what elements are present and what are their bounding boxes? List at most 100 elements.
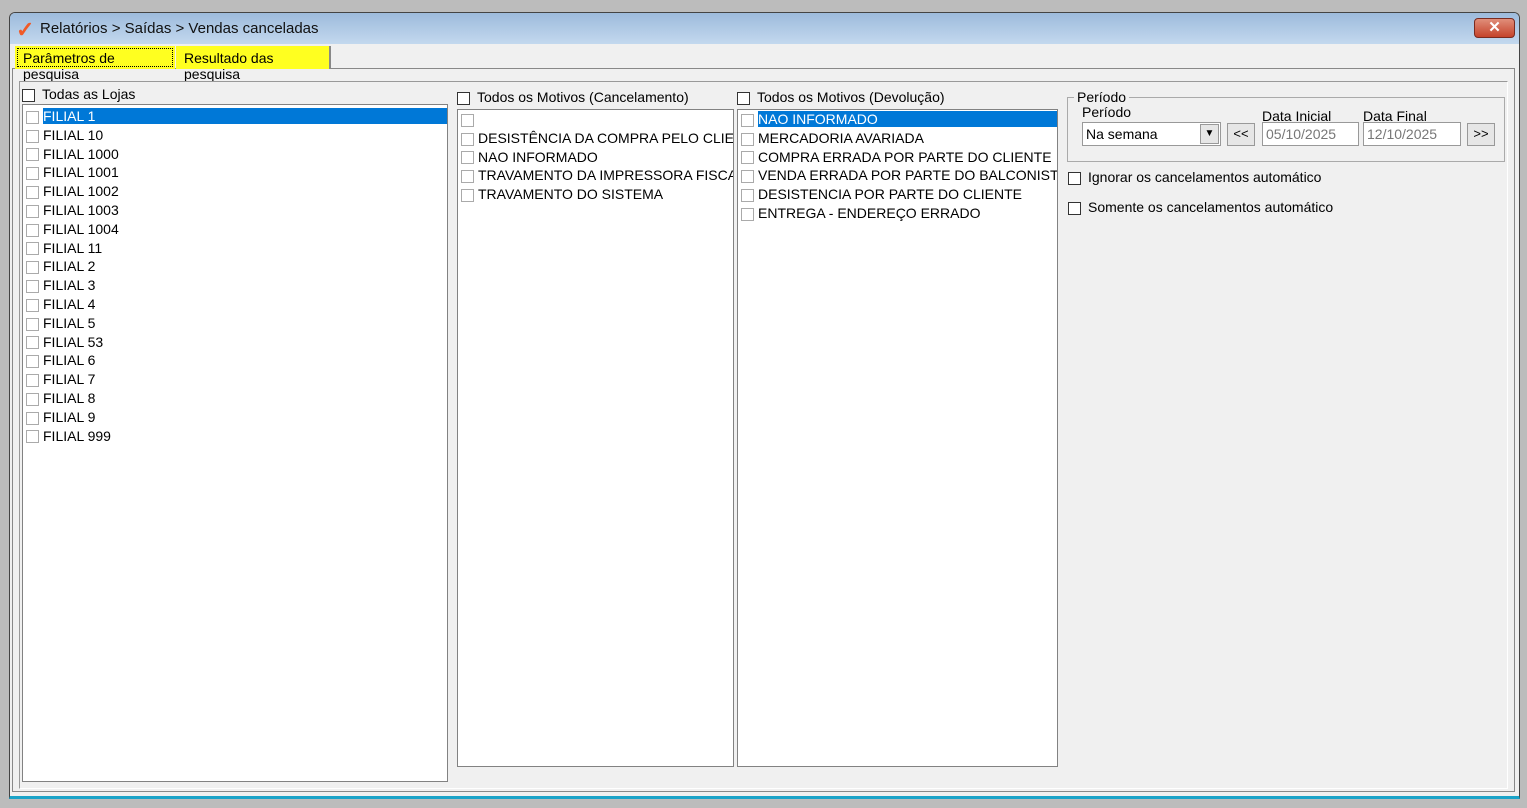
item-checkbox[interactable] (26, 204, 39, 218)
list-item[interactable]: FILIAL 4 (23, 295, 447, 314)
checkbox[interactable] (1068, 201, 1081, 215)
item-label: COMPRA ERRADA POR PARTE DO CLIENTE (758, 148, 1052, 165)
list-item[interactable]: FILIAL 9 (23, 408, 447, 427)
ignorar-automatico-checkbox[interactable]: Ignorar os cancelamentos automático (1068, 169, 1321, 185)
item-label: NAO INFORMADO (758, 111, 1057, 127)
item-label: FILIAL 7 (43, 371, 96, 388)
chevron-down-icon[interactable]: ▼ (1200, 124, 1219, 144)
todos-motivos-cancelamento-checkbox[interactable]: Todos os Motivos (Cancelamento) (457, 89, 689, 105)
item-label: FILIAL 53 (43, 333, 104, 350)
item-checkbox[interactable] (26, 110, 39, 124)
periodo-value: Na semana (1086, 126, 1158, 142)
list-item[interactable]: ENTREGA - ENDEREÇO ERRADO (738, 204, 1057, 223)
list-item[interactable]: DESISTÊNCIA DA COMPRA PELO CLIENTE (458, 129, 733, 148)
somente-automatico-checkbox[interactable]: Somente os cancelamentos automático (1068, 199, 1333, 215)
item-checkbox[interactable] (26, 411, 39, 425)
item-checkbox[interactable] (26, 242, 39, 256)
list-item[interactable]: MERCADORIA AVARIADA (738, 129, 1057, 148)
item-label: FILIAL 999 (43, 427, 111, 444)
item-checkbox[interactable] (741, 188, 754, 202)
item-checkbox[interactable] (741, 113, 754, 127)
data-inicial-input[interactable]: 05/10/2025 (1262, 122, 1359, 146)
item-label: FILIAL 11 (43, 239, 103, 256)
item-label: FILIAL 4 (43, 295, 96, 312)
list-item[interactable]: FILIAL 6 (23, 351, 447, 370)
item-checkbox[interactable] (26, 148, 39, 162)
lojas-list[interactable]: FILIAL 1 FILIAL 10 FILIAL 1000 FILIAL 1001 F… (22, 104, 448, 782)
cancelamento-list[interactable]: DESISTÊNCIA DA COMPRA PELO CLIENTE NAO IN… (457, 109, 734, 767)
item-label: FILIAL 1000 (43, 145, 119, 162)
close-button[interactable]: ✕ (1474, 18, 1515, 38)
item-checkbox[interactable] (741, 132, 754, 146)
item-checkbox[interactable] (26, 185, 39, 199)
item-checkbox[interactable] (26, 223, 39, 237)
list-item[interactable]: VENDA ERRADA POR PARTE DO BALCONISTA (738, 166, 1057, 185)
item-checkbox[interactable] (26, 392, 39, 406)
item-checkbox[interactable] (26, 298, 39, 312)
list-item[interactable]: FILIAL 1001 (23, 163, 447, 182)
list-item[interactable]: FILIAL 7 (23, 370, 447, 389)
item-checkbox[interactable] (741, 151, 754, 165)
item-label: TRAVAMENTO DA IMPRESSORA FISCAL (478, 167, 734, 184)
list-item[interactable]: FILIAL 1003 (23, 201, 447, 220)
periodo-select[interactable]: Na semana ▼ (1082, 122, 1221, 146)
list-item[interactable]: FILIAL 1000 (23, 145, 447, 164)
item-checkbox[interactable] (461, 113, 474, 127)
todas-lojas-checkbox[interactable]: Todas as Lojas (22, 86, 135, 102)
next-period-button[interactable]: >> (1467, 123, 1495, 146)
todos-motivos-devolucao-checkbox[interactable]: Todos os Motivos (Devolução) (737, 89, 945, 105)
previous-period-button[interactable]: << (1227, 123, 1255, 146)
list-item[interactable]: FILIAL 1004 (23, 220, 447, 239)
item-checkbox[interactable] (461, 170, 474, 184)
item-checkbox[interactable] (461, 132, 474, 146)
item-checkbox[interactable] (26, 373, 39, 387)
list-item[interactable]: FILIAL 53 (23, 333, 447, 352)
item-label: FILIAL 6 (43, 352, 96, 369)
list-item[interactable]: TRAVAMENTO DO SISTEMA (458, 185, 733, 204)
list-item[interactable]: FILIAL 5 (23, 314, 447, 333)
item-label: FILIAL 1001 (43, 164, 119, 181)
list-item[interactable]: FILIAL 10 (23, 126, 447, 145)
item-checkbox[interactable] (26, 167, 39, 181)
checkbox[interactable] (1068, 171, 1081, 185)
item-checkbox[interactable] (461, 188, 474, 202)
devolucao-list[interactable]: NAO INFORMADO MERCADORIA AVARIADA COMPRA E… (737, 109, 1058, 767)
checkbox[interactable] (737, 91, 750, 105)
item-label: VENDA ERRADA POR PARTE DO BALCONISTA (758, 167, 1058, 184)
list-item[interactable]: FILIAL 11 (23, 239, 447, 258)
item-checkbox[interactable] (26, 129, 39, 143)
item-checkbox[interactable] (741, 207, 754, 221)
data-final-input[interactable]: 12/10/2025 (1363, 122, 1461, 146)
item-label: FILIAL 1004 (43, 220, 119, 237)
list-item[interactable]: FILIAL 999 (23, 427, 447, 446)
item-label: FILIAL 1 (43, 108, 447, 124)
item-label: FILIAL 1003 (43, 201, 119, 218)
item-checkbox[interactable] (461, 151, 474, 165)
list-item[interactable]: TRAVAMENTO DA IMPRESSORA FISCAL (458, 166, 733, 185)
item-checkbox[interactable] (26, 261, 39, 275)
list-item[interactable]: FILIAL 1 (23, 107, 447, 126)
item-checkbox[interactable] (26, 279, 39, 293)
item-label: TRAVAMENTO DO SISTEMA (478, 186, 664, 203)
checkbox[interactable] (457, 91, 470, 105)
item-checkbox[interactable] (741, 170, 754, 184)
item-checkbox[interactable] (26, 355, 39, 369)
item-checkbox[interactable] (26, 317, 39, 331)
label: Todos os Motivos (Cancelamento) (477, 89, 689, 105)
list-item[interactable]: FILIAL 8 (23, 389, 447, 408)
item-label: DESISTÊNCIA DA COMPRA PELO CLIENTE (478, 129, 734, 146)
item-checkbox[interactable] (26, 336, 39, 350)
list-item[interactable] (458, 110, 733, 129)
list-item[interactable]: NAO INFORMADO (458, 148, 733, 167)
list-item[interactable]: COMPRA ERRADA POR PARTE DO CLIENTE (738, 148, 1057, 167)
list-item[interactable]: FILIAL 3 (23, 276, 447, 295)
tab-parametros[interactable]: Parâmetros de pesquisa (15, 46, 175, 82)
list-item[interactable]: DESISTENCIA POR PARTE DO CLIENTE (738, 185, 1057, 204)
item-checkbox[interactable] (26, 430, 39, 444)
tab-resultado[interactable]: Resultado das pesquisa (176, 46, 331, 82)
item-label: FILIAL 2 (43, 258, 96, 275)
list-item[interactable]: FILIAL 2 (23, 257, 447, 276)
list-item[interactable]: FILIAL 1002 (23, 182, 447, 201)
list-item[interactable]: NAO INFORMADO (738, 110, 1057, 129)
checkbox[interactable] (22, 88, 35, 102)
